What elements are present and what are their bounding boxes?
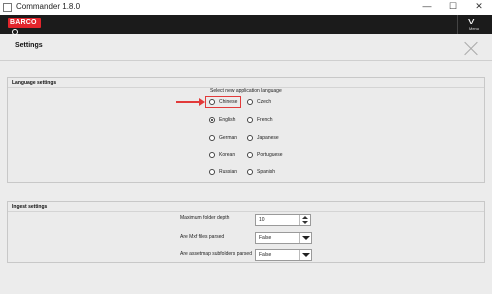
- mxf-parsed-dropdown[interactable]: False: [255, 232, 312, 244]
- page-title: Settings: [15, 42, 43, 49]
- close-settings-icon[interactable]: [464, 42, 478, 56]
- mxf-parsed-label: Are Mxf files parsed: [180, 234, 225, 240]
- ingest-settings-title: Ingest settings: [12, 204, 48, 210]
- max-folder-depth-stepper[interactable]: 10: [255, 214, 311, 226]
- radio-circle: [209, 99, 215, 105]
- window-titlebar: Commander 1.8.0 — ☐ ✕: [0, 0, 492, 16]
- radio-label: Czech: [257, 99, 272, 105]
- language-caption: Select new application language: [210, 88, 282, 94]
- maximize-button[interactable]: ☐: [446, 1, 460, 12]
- panel-rule: [8, 211, 484, 212]
- language-settings-title: Language settings: [12, 80, 57, 86]
- radio-circle: [209, 135, 215, 141]
- max-folder-depth-value: 10: [259, 217, 265, 223]
- radio-label: French: [257, 117, 273, 123]
- radio-label: Japanese: [257, 135, 279, 141]
- radio-label: English: [219, 117, 236, 123]
- annotation-arrow-icon: [176, 98, 205, 106]
- minimize-button[interactable]: —: [420, 1, 434, 11]
- radio-circle: [209, 152, 215, 158]
- radio-circle: [247, 169, 253, 175]
- assetmap-subfolders-dropdown[interactable]: False: [255, 249, 312, 261]
- radio-circle: [247, 152, 253, 158]
- window-title: Commander 1.8.0: [16, 2, 81, 11]
- menu-button[interactable]: v Menu: [458, 15, 492, 34]
- brand-logo: BARCO: [8, 18, 41, 36]
- chevron-down-icon[interactable]: [299, 250, 311, 260]
- max-folder-depth-label: Maximum folder depth: [180, 215, 230, 221]
- radio-circle-selected: [209, 117, 215, 123]
- chevron-down-icon[interactable]: [299, 233, 311, 243]
- radio-label: Russian: [219, 169, 238, 175]
- chevron-down-icon: v: [468, 16, 475, 26]
- radio-label: German: [219, 135, 238, 141]
- radio-label: Portuguese: [257, 152, 283, 158]
- assetmap-subfolders-value: False: [259, 252, 272, 258]
- radio-circle: [209, 169, 215, 175]
- radio-label: Spanish: [257, 169, 276, 175]
- menu-label: Menu: [469, 26, 480, 31]
- radio-circle: [247, 135, 253, 141]
- brand-logo-text: BARCO: [10, 19, 37, 26]
- radio-circle: [247, 117, 253, 123]
- app-topbar: BARCO: [0, 15, 492, 36]
- mxf-parsed-value: False: [259, 235, 272, 241]
- radio-label: Korean: [219, 152, 236, 158]
- close-window-button[interactable]: ✕: [472, 1, 486, 12]
- assetmap-subfolders-label: Are assetmap subfolders parsed: [180, 251, 252, 257]
- radio-label: Chinese: [219, 99, 238, 105]
- stepper-arrows-icon[interactable]: [299, 215, 310, 225]
- app-window-icon: [3, 3, 12, 12]
- header-divider: [0, 60, 492, 61]
- radio-circle: [247, 99, 253, 105]
